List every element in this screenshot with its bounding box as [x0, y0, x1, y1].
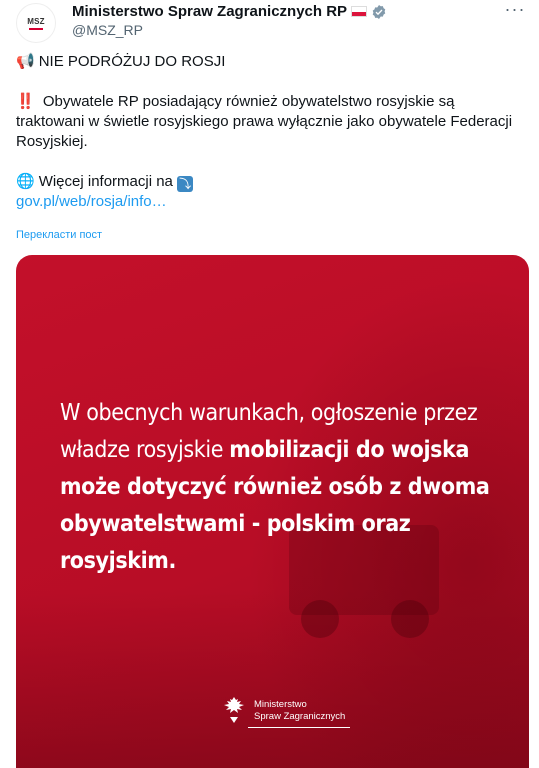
double-exclamation-icon: ‼️ — [16, 93, 35, 110]
avatar[interactable]: MSZ — [16, 3, 56, 43]
info-text: Więcej informacji na — [38, 173, 173, 190]
arrow-down-icon: ⤵ — [177, 176, 194, 192]
avatar-text: MSZ — [27, 16, 45, 26]
logo-text: Ministerstwo Spraw Zagranicznych — [254, 699, 345, 723]
link-line: gov.pl/web/rosja/info… — [16, 192, 516, 212]
warning-paragraph: ‼️ Obywatele RP posiadający również obyw… — [16, 92, 516, 152]
account-handle[interactable]: @MSZ_RP — [72, 22, 143, 38]
poland-flag-icon — [351, 6, 368, 17]
more-options-icon[interactable]: ··· — [503, 0, 527, 22]
image-ground — [16, 588, 529, 768]
tweet-image[interactable]: W obecnych warunkach, ogłoszenie przez w… — [16, 255, 529, 768]
eagle-emblem-icon — [224, 697, 244, 723]
logo-line-1: Ministerstwo — [254, 699, 307, 710]
account-name[interactable]: Ministerstwo Spraw Zagranicznych RP — [72, 3, 347, 20]
avatar-bar — [29, 27, 43, 30]
headline: NIE PODRÓŻUJ DO ROSJI — [38, 53, 226, 70]
tweet-text: 📢 NIE PODRÓŻUJ DO ROSJI ‼️ Obywatele RP p… — [16, 52, 516, 212]
globe-icon: 🌐 — [16, 173, 35, 190]
translate-post-link[interactable]: Перекласти пост — [16, 229, 102, 241]
info-link[interactable]: gov.pl/web/rosja/info… — [16, 193, 167, 210]
ministry-logo: Ministerstwo Spraw Zagranicznych — [220, 695, 345, 727]
info-line: 🌐 Więcej informacji na ⤵ — [16, 172, 516, 192]
verified-badge-icon[interactable] — [371, 4, 387, 20]
paragraph-text: Obywatele RP posiadający również obywate… — [16, 93, 513, 150]
megaphone-icon: 📢 — [16, 53, 35, 70]
logo-underline — [248, 727, 350, 728]
headline-line: 📢 NIE PODRÓŻUJ DO ROSJI — [16, 52, 516, 72]
tweet-header: MSZ Ministerstwo Spraw Zagranicznych RP … — [16, 0, 527, 44]
logo-line-2: Spraw Zagranicznych — [254, 711, 346, 722]
image-caption: W obecnych warunkach, ogłoszenie przez w… — [60, 395, 500, 580]
name-line: Ministerstwo Spraw Zagranicznych RP — [72, 3, 387, 20]
